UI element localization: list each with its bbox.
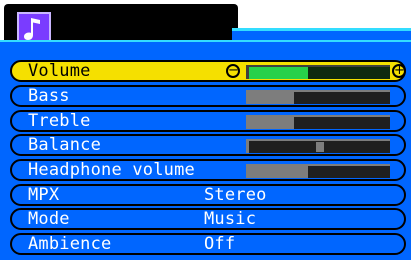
setting-row-mpx[interactable]: MPX Stereo <box>10 184 406 206</box>
level-slider[interactable] <box>246 115 390 129</box>
level-slider[interactable] <box>246 90 390 104</box>
setting-label: Headphone volume <box>28 160 195 180</box>
balance-center-marker <box>316 142 324 152</box>
minus-circle-icon[interactable]: − <box>226 64 240 78</box>
plus-circle-icon[interactable]: + <box>392 64 406 78</box>
slider-fill <box>249 92 294 104</box>
level-slider[interactable] <box>246 164 390 178</box>
setting-row-balance[interactable]: Balance <box>10 134 406 156</box>
setting-value: Music <box>204 209 257 229</box>
setting-label: Mode <box>28 209 70 229</box>
setting-label: Bass <box>28 86 70 106</box>
level-slider[interactable] <box>246 65 390 79</box>
setting-label: Balance <box>28 135 102 155</box>
setting-label: Treble <box>28 111 91 131</box>
setting-value: Stereo <box>204 185 267 205</box>
balance-slider[interactable] <box>246 139 390 153</box>
setting-row-mode[interactable]: Mode Music <box>10 208 406 230</box>
setting-value: Off <box>204 234 236 254</box>
slider-fill <box>249 117 294 129</box>
slider-fill <box>249 67 308 79</box>
setting-row-volume[interactable]: Volume − + <box>10 60 406 82</box>
setting-row-headphone-volume[interactable]: Headphone volume <box>10 159 406 181</box>
setting-row-bass[interactable]: Bass <box>10 85 406 107</box>
setting-row-ambience[interactable]: Ambience Off <box>10 233 406 255</box>
setting-row-treble[interactable]: Treble <box>10 110 406 132</box>
setting-label: MPX <box>28 185 60 205</box>
setting-label: Ambience <box>28 234 112 254</box>
setting-label: Volume <box>28 61 91 81</box>
music-note-icon <box>24 18 40 40</box>
slider-fill <box>249 166 308 178</box>
audio-settings-menu: Volume − + Bass Treble Balance Headphone volum… <box>0 0 411 260</box>
